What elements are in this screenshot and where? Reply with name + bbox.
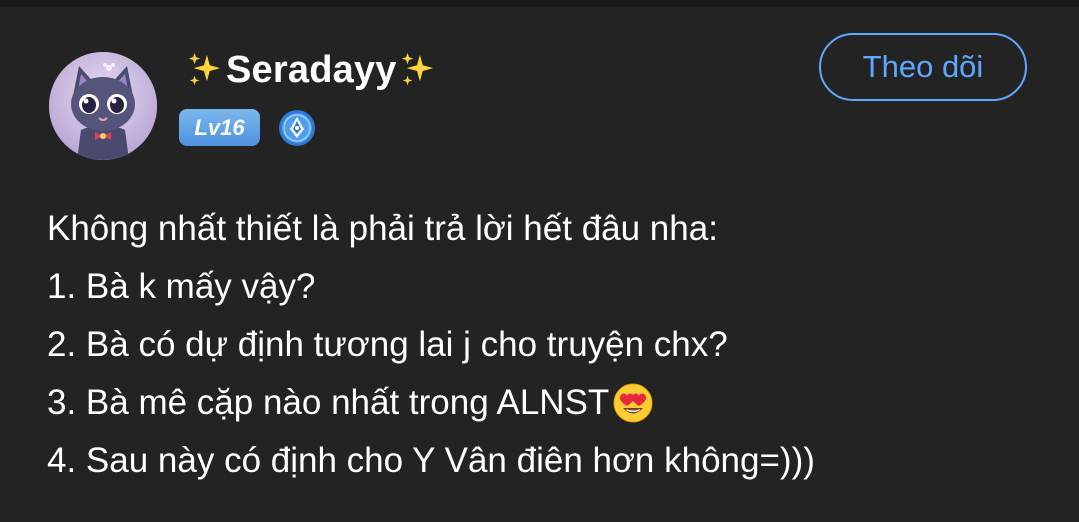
follow-button[interactable]: Theo dõi — [819, 33, 1027, 101]
post-text: 1. Bà k mấy vậy? — [47, 267, 316, 306]
post-text: 3. Bà mê cặp nào nhất trong ALNST — [47, 383, 610, 422]
heart-eyes-emoji-icon — [613, 383, 653, 423]
sparkles-icon — [188, 52, 221, 86]
post-text: Không nhất thiết là phải trả lời hết đâu… — [47, 209, 718, 248]
post-text: 2. Bà có dự định tương lai j cho truyện … — [47, 325, 728, 364]
username-row: Seradayy — [186, 48, 437, 92]
post-line: 4. Sau này có định cho Y Vân điên hơn kh… — [47, 432, 1057, 490]
follow-button-label: Theo dõi — [862, 49, 984, 84]
username[interactable]: Seradayy — [226, 48, 397, 92]
post-line: Không nhất thiết là phải trả lời hết đâu… — [47, 200, 1057, 258]
post-line: 2. Bà có dự định tương lai j cho truyện … — [47, 316, 1057, 374]
post-text: 4. Sau này có định cho Y Vân điên hơn kh… — [47, 441, 815, 480]
sparkles-icon — [401, 52, 433, 86]
avatar[interactable] — [49, 52, 157, 160]
level-label: Lv16 — [194, 114, 245, 140]
post-body: Không nhất thiết là phải trả lời hết đâu… — [47, 200, 1057, 490]
post-line: 3. Bà mê cặp nào nhất trong ALNST — [47, 374, 1057, 432]
top-divider — [0, 0, 1079, 7]
level-badge: Lv16 — [179, 109, 260, 146]
post-line: 1. Bà k mấy vậy? — [47, 258, 1057, 316]
pen-badge-icon — [279, 110, 315, 146]
